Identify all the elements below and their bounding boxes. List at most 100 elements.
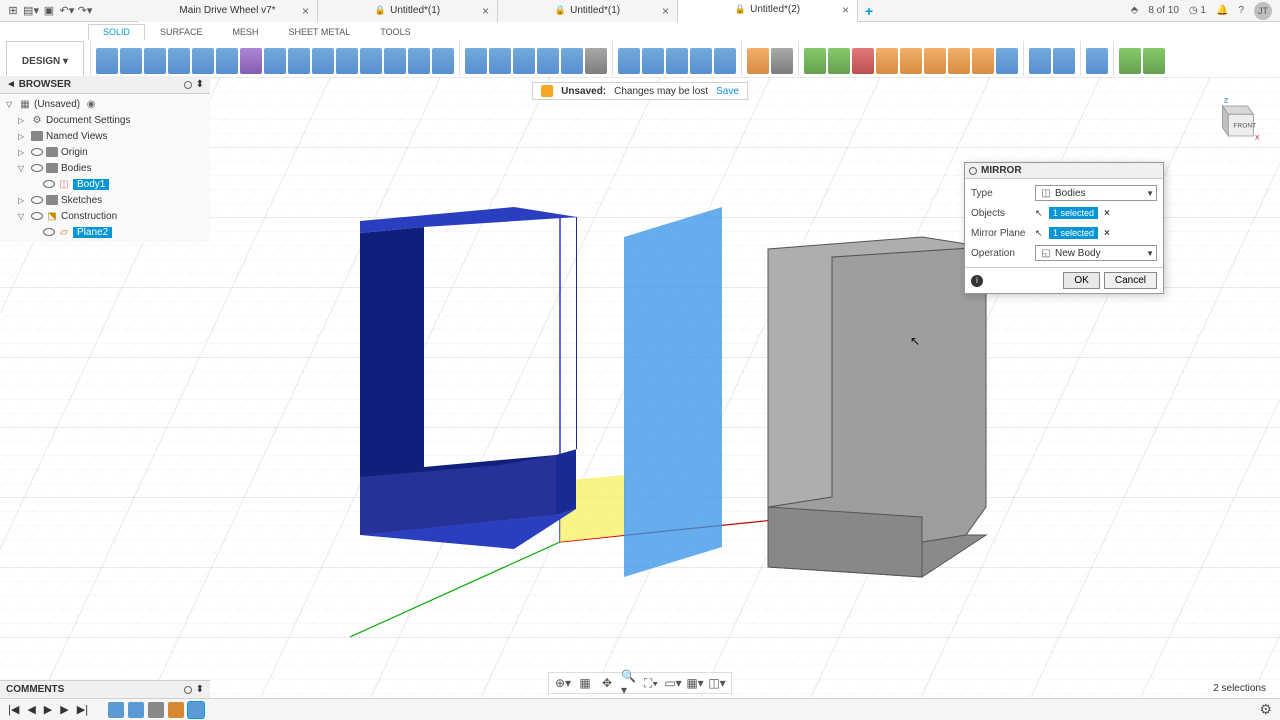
hole-tool[interactable] bbox=[264, 48, 286, 74]
body-preview[interactable] bbox=[768, 237, 986, 577]
ok-button[interactable]: OK bbox=[1063, 272, 1099, 289]
move-tool[interactable] bbox=[585, 48, 607, 74]
ribbon-tab-tools[interactable]: TOOLS bbox=[365, 24, 425, 40]
revolve-tool[interactable] bbox=[144, 48, 166, 74]
new-tab-button[interactable]: + bbox=[858, 0, 880, 22]
timeline-feature-5[interactable] bbox=[188, 702, 204, 718]
grid-icon[interactable]: ▦▾ bbox=[687, 675, 703, 691]
pipe-tool[interactable] bbox=[432, 48, 454, 74]
recovery-count[interactable]: 8 of 10 bbox=[1148, 5, 1179, 16]
cancel-button[interactable]: Cancel bbox=[1104, 272, 1157, 289]
plane-selection[interactable]: 1 selected bbox=[1049, 227, 1098, 239]
playback-play[interactable]: ▶ bbox=[44, 703, 52, 716]
playback-start[interactable]: |◀ bbox=[8, 703, 19, 716]
construct-tool-8[interactable] bbox=[972, 48, 994, 74]
coil-tool[interactable] bbox=[408, 48, 430, 74]
tree-sketches[interactable]: ▷Sketches bbox=[0, 192, 210, 208]
section-tool[interactable] bbox=[1053, 48, 1075, 74]
draft-tool[interactable] bbox=[561, 48, 583, 74]
loft-tool[interactable] bbox=[192, 48, 214, 74]
orbit-icon[interactable]: ⊕▾ bbox=[555, 675, 571, 691]
ribbon-tab-surface[interactable]: SURFACE bbox=[145, 24, 218, 40]
presspull-tool[interactable] bbox=[465, 48, 487, 74]
close-icon[interactable]: × bbox=[662, 4, 669, 18]
info-icon[interactable]: i bbox=[971, 275, 983, 287]
panel-dot-icon[interactable] bbox=[184, 81, 192, 89]
construct-tool-5[interactable] bbox=[900, 48, 922, 74]
select-tool[interactable] bbox=[1119, 48, 1141, 74]
box-tool[interactable] bbox=[312, 48, 334, 74]
split-tool[interactable] bbox=[666, 48, 688, 74]
sphere-tool[interactable] bbox=[360, 48, 382, 74]
offset-tool[interactable] bbox=[690, 48, 712, 74]
tree-origin[interactable]: ▷Origin bbox=[0, 144, 210, 160]
ribbon-tab-solid[interactable]: SOLID bbox=[88, 24, 145, 40]
playback-end[interactable]: ▶| bbox=[77, 703, 88, 716]
timeline-feature-2[interactable] bbox=[128, 702, 144, 718]
timeline-feature-3[interactable] bbox=[148, 702, 164, 718]
timeline-feature-4[interactable] bbox=[168, 702, 184, 718]
delete-tool[interactable] bbox=[714, 48, 736, 74]
save-button[interactable]: Save bbox=[716, 86, 739, 97]
workspace-switcher[interactable]: DESIGN ▾ bbox=[6, 41, 84, 81]
pan-icon[interactable]: ✥ bbox=[599, 675, 615, 691]
timeline-feature-1[interactable] bbox=[108, 702, 124, 718]
zoom-icon[interactable]: 🔍▾ bbox=[621, 675, 637, 691]
settings-icon[interactable]: ⚙ bbox=[1259, 701, 1272, 718]
sketch-tool[interactable] bbox=[96, 48, 118, 74]
operation-dropdown[interactable]: ◱New Body▼ bbox=[1035, 245, 1157, 261]
doc-tab-0[interactable]: Main Drive Wheel v7* × bbox=[138, 0, 318, 22]
align-tool[interactable] bbox=[618, 48, 640, 74]
thread-tool[interactable] bbox=[288, 48, 310, 74]
construct-tool-6[interactable] bbox=[924, 48, 946, 74]
joint-tool[interactable] bbox=[771, 48, 793, 74]
tree-plane2[interactable]: ▱Plane2 bbox=[0, 224, 210, 240]
playback-next[interactable]: ▶ bbox=[60, 703, 68, 716]
viewports-icon[interactable]: ◫▾ bbox=[709, 675, 725, 691]
doc-tab-2[interactable]: 🔒 Untitled*(1) × bbox=[498, 0, 678, 22]
tree-body1[interactable]: ◫Body1 bbox=[0, 176, 210, 192]
plane-tool[interactable] bbox=[804, 48, 826, 74]
look-icon[interactable]: ▦ bbox=[577, 675, 593, 691]
extrude-tool[interactable] bbox=[120, 48, 142, 74]
combine-tool[interactable] bbox=[642, 48, 664, 74]
doc-tab-1[interactable]: 🔒 Untitled*(1) × bbox=[318, 0, 498, 22]
close-icon[interactable]: × bbox=[482, 4, 489, 18]
mirror-header[interactable]: MIRROR bbox=[965, 163, 1163, 179]
job-status-icon[interactable]: ◷ 1 bbox=[1189, 5, 1206, 16]
comments-bar[interactable]: COMMENTS ⬍ bbox=[0, 680, 210, 698]
doc-tab-3[interactable]: 🔒 Untitled*(2) × bbox=[678, 0, 858, 22]
help-icon[interactable]: ? bbox=[1238, 5, 1244, 16]
construct-tool-7[interactable] bbox=[948, 48, 970, 74]
mirror-plane[interactable] bbox=[624, 207, 722, 577]
viewcube[interactable]: FRONT Z X bbox=[1210, 96, 1260, 146]
ribbon-tab-mesh[interactable]: MESH bbox=[218, 24, 274, 40]
chamfer-tool[interactable] bbox=[513, 48, 535, 74]
tree-bodies[interactable]: ▽Bodies bbox=[0, 160, 210, 176]
notifications-icon[interactable]: 🔔 bbox=[1216, 5, 1228, 16]
torus-tool[interactable] bbox=[384, 48, 406, 74]
cylinder-tool[interactable] bbox=[336, 48, 358, 74]
construct-tool-9[interactable] bbox=[996, 48, 1018, 74]
clear-plane-button[interactable]: × bbox=[1102, 228, 1112, 239]
measure-tool[interactable] bbox=[1029, 48, 1051, 74]
type-dropdown[interactable]: ◫Bodies▼ bbox=[1035, 185, 1157, 201]
playback-prev[interactable]: ◀ bbox=[27, 703, 35, 716]
axis-tool[interactable] bbox=[828, 48, 850, 74]
sweep-tool[interactable] bbox=[168, 48, 190, 74]
apps-icon[interactable]: ⊞ bbox=[6, 4, 20, 18]
browser-header[interactable]: ◄ BROWSER ⬍ bbox=[0, 76, 210, 94]
tree-named-views[interactable]: ▷Named Views bbox=[0, 128, 210, 144]
avatar[interactable]: JT bbox=[1254, 2, 1272, 20]
objects-selection[interactable]: 1 selected bbox=[1049, 207, 1098, 219]
emboss-tool[interactable] bbox=[240, 48, 262, 74]
close-icon[interactable]: × bbox=[302, 4, 309, 18]
shell-tool[interactable] bbox=[537, 48, 559, 74]
fillet-tool[interactable] bbox=[489, 48, 511, 74]
file-icon[interactable]: ▤▾ bbox=[24, 4, 38, 18]
tree-doc-settings[interactable]: ▷⚙Document Settings bbox=[0, 112, 210, 128]
undo-icon[interactable]: ↶▾ bbox=[60, 4, 74, 18]
fit-icon[interactable]: ⛶▾ bbox=[643, 675, 659, 691]
close-icon[interactable]: × bbox=[842, 3, 849, 17]
ribbon-tab-sheetmetal[interactable]: SHEET METAL bbox=[274, 24, 366, 40]
